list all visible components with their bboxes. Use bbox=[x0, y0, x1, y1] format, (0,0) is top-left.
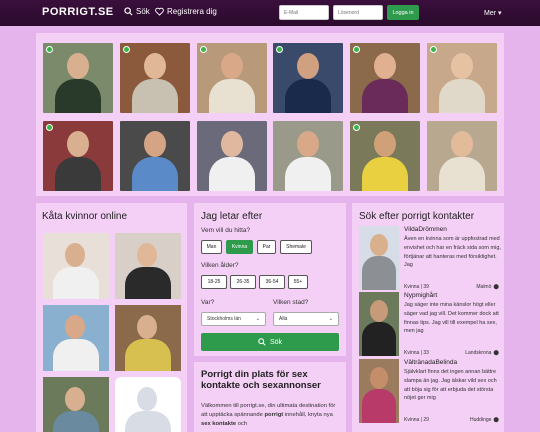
online-profile-photo[interactable] bbox=[43, 377, 109, 432]
featured-profile-photo[interactable] bbox=[427, 43, 497, 113]
intro-title: Porrigt din plats för sex kontakte och s… bbox=[201, 369, 321, 391]
who-option-man[interactable]: Man bbox=[201, 240, 222, 254]
profile-placeholder-avatar[interactable] bbox=[115, 377, 181, 432]
intro-text-end: och bbox=[236, 421, 248, 427]
contact-city-label: Landskrona bbox=[465, 350, 492, 356]
age-option-26-35[interactable]: 26-35 bbox=[230, 275, 256, 289]
who-option-shemale[interactable]: Shemale bbox=[280, 240, 312, 254]
search-form-title: Jag letar efter bbox=[201, 211, 263, 222]
contact-city: Malmö ⬤ bbox=[476, 284, 499, 290]
online-profile-photo[interactable] bbox=[115, 305, 181, 371]
featured-profile-photo[interactable] bbox=[350, 43, 420, 113]
city-select[interactable]: Alla ⌄ bbox=[273, 312, 339, 326]
login-button[interactable]: Logga in bbox=[387, 5, 419, 20]
online-status-icon bbox=[353, 124, 360, 131]
chevron-down-icon: ⌄ bbox=[328, 316, 333, 322]
online-profile-photo[interactable] bbox=[43, 305, 109, 371]
age-label: Vilken ålder? bbox=[201, 262, 239, 269]
who-option-par[interactable]: Par bbox=[257, 240, 276, 254]
featured-profile-photo[interactable] bbox=[43, 121, 113, 191]
where-label: Var? bbox=[201, 299, 215, 306]
more-menu[interactable]: Mer ▾ bbox=[484, 9, 502, 17]
contact-city-label: Malmö bbox=[476, 284, 492, 290]
online-status-icon bbox=[353, 46, 360, 53]
contact-photo[interactable] bbox=[359, 359, 399, 423]
contact-meta: Kvinna | 29 bbox=[404, 417, 429, 423]
age-option-55plus[interactable]: 55+ bbox=[288, 275, 308, 289]
contact-meta: Kvinna | 33 bbox=[404, 350, 429, 356]
contact-description: Även en kvinna som är uppfostrad med env… bbox=[404, 236, 501, 269]
featured-profile-photo[interactable] bbox=[197, 43, 267, 113]
intro-text-bold-sexkontakte: sex kontakte bbox=[201, 421, 237, 427]
featured-profile-photo[interactable] bbox=[43, 43, 113, 113]
online-status-icon bbox=[430, 46, 437, 53]
contact-city-label: Huddinge bbox=[469, 417, 492, 423]
featured-profile-photo[interactable] bbox=[120, 121, 190, 191]
featured-profile-photo[interactable] bbox=[350, 121, 420, 191]
site-logo[interactable]: PORRIGT.SE bbox=[42, 6, 114, 18]
region-select-value: Stockholms län bbox=[207, 316, 241, 322]
search-icon bbox=[258, 338, 266, 346]
online-profile-photo[interactable] bbox=[115, 233, 181, 299]
more-menu-label: Mer bbox=[484, 10, 497, 17]
online-women-title: Kåta kvinnor online bbox=[42, 211, 128, 222]
contact-description: Jag säger inte mina känslor högt eller s… bbox=[404, 302, 499, 335]
featured-profile-photo[interactable] bbox=[427, 121, 497, 191]
age-option-36-54[interactable]: 36-54 bbox=[259, 275, 285, 289]
intro-text-bold-porrigt: porrigt bbox=[264, 412, 284, 418]
heart-icon bbox=[155, 7, 164, 16]
nav-register-link[interactable]: Registrera dig bbox=[155, 7, 217, 16]
password-input[interactable] bbox=[333, 5, 383, 20]
intro-text: Välkommen till porrigt.se, din ultimata … bbox=[201, 402, 343, 429]
contact-city: Landskrona ⬤ bbox=[465, 350, 499, 356]
search-icon bbox=[124, 7, 133, 16]
chevron-down-icon: ⌄ bbox=[255, 316, 260, 322]
online-status-icon bbox=[276, 46, 283, 53]
intro-text-mid: innehåll, knyta nya bbox=[283, 412, 333, 418]
region-select[interactable]: Stockholms län ⌄ bbox=[201, 312, 266, 326]
city-label: Vilken stad? bbox=[273, 299, 309, 306]
contact-name[interactable]: VältränadaBelinda bbox=[404, 359, 457, 366]
email-input[interactable] bbox=[279, 5, 329, 20]
contact-photo[interactable] bbox=[359, 292, 399, 356]
featured-profile-photo[interactable] bbox=[273, 43, 343, 113]
search-submit-label: Sök bbox=[269, 338, 283, 346]
top-navbar: PORRIGT.SE Sök Registrera dig Logga in M… bbox=[0, 0, 540, 26]
online-status-icon bbox=[46, 124, 53, 131]
nav-search-label: Sök bbox=[136, 7, 150, 16]
location-pin-icon: ⬤ bbox=[493, 284, 499, 290]
contact-name[interactable]: VildaDrömmen bbox=[404, 226, 447, 233]
who-option-kvinna[interactable]: Kvinna bbox=[226, 240, 253, 254]
search-submit-button[interactable]: Sök bbox=[201, 333, 339, 351]
city-select-value: Alla bbox=[279, 316, 288, 322]
age-option-18-25[interactable]: 18-25 bbox=[201, 275, 227, 289]
featured-profile-photo[interactable] bbox=[273, 121, 343, 191]
caret-down-icon: ▾ bbox=[498, 10, 502, 17]
online-status-icon bbox=[200, 46, 207, 53]
who-label: Vem vill du hitta? bbox=[201, 227, 251, 234]
location-pin-icon: ⬤ bbox=[493, 350, 499, 356]
contacts-title: Sök efter porrigt kontakter bbox=[359, 211, 475, 222]
online-status-icon bbox=[123, 46, 130, 53]
nav-search-link[interactable]: Sök bbox=[124, 7, 150, 16]
featured-profile-photo[interactable] bbox=[197, 121, 267, 191]
contact-city: Huddinge ⬤ bbox=[470, 417, 499, 423]
contact-description: Självklart finns det ingen annan bättre … bbox=[404, 369, 497, 402]
location-pin-icon: ⬤ bbox=[493, 417, 499, 423]
featured-profile-photo[interactable] bbox=[120, 43, 190, 113]
contact-photo[interactable] bbox=[359, 226, 399, 290]
nav-register-label: Registrera dig bbox=[167, 7, 217, 16]
contact-name[interactable]: Nypmighårt bbox=[404, 292, 437, 299]
online-status-icon bbox=[46, 46, 53, 53]
contact-meta: Kvinna | 39 bbox=[404, 284, 429, 290]
online-profile-photo[interactable] bbox=[43, 233, 109, 299]
